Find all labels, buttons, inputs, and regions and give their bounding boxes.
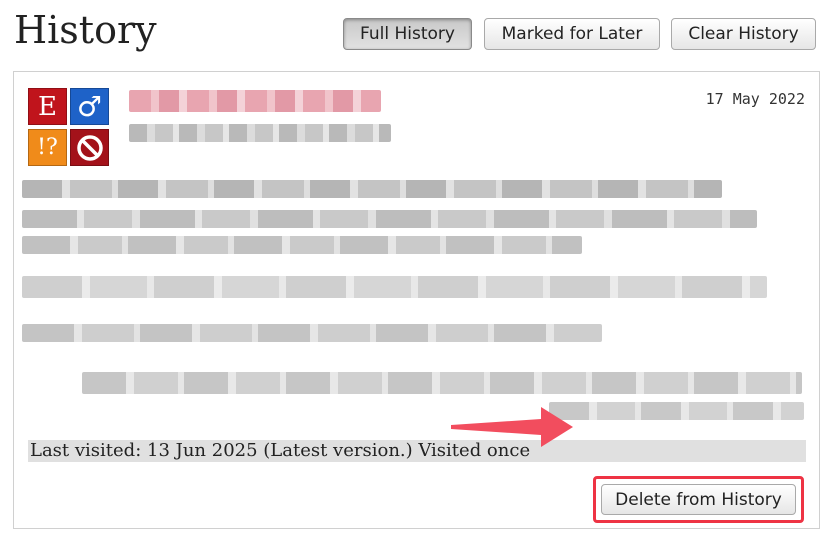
warning-icon[interactable]: !? [28, 129, 67, 166]
work-tags: E ♂ !? [28, 88, 110, 168]
delete-highlight-box: Delete from History [593, 476, 804, 523]
tab-full-history[interactable]: Full History [343, 18, 472, 50]
history-entry-card: E ♂ !? 17 May 2022 Last visited: 13 Jun … [13, 71, 820, 529]
explicit-icon[interactable]: E [28, 88, 67, 125]
entry-date: 17 May 2022 [705, 90, 805, 108]
summary-line [22, 324, 602, 342]
delete-from-history-button[interactable]: Delete from History [601, 484, 796, 515]
tab-clear-history[interactable]: Clear History [671, 18, 816, 50]
explicit-glyph: E [38, 91, 57, 122]
male-glyph: ♂ [76, 90, 103, 123]
tab-marked-for-later[interactable]: Marked for Later [484, 18, 660, 50]
work-author-redacted[interactable] [129, 124, 391, 142]
summary-line [549, 402, 804, 420]
male-icon[interactable]: ♂ [70, 88, 109, 125]
summary-line [22, 236, 582, 254]
prohibited-symbol [76, 134, 103, 161]
work-title-redacted[interactable] [129, 90, 381, 112]
page-title: History [14, 8, 157, 52]
prohibited-icon[interactable] [70, 129, 109, 166]
summary-line [22, 180, 722, 198]
summary-line [22, 210, 757, 228]
last-visited-info: Last visited: 13 Jun 2025 (Latest versio… [28, 440, 806, 462]
warning-glyph: !? [37, 135, 58, 160]
pointer-arrow-icon [451, 407, 573, 447]
summary-line [82, 372, 802, 394]
summary-line [22, 276, 767, 298]
